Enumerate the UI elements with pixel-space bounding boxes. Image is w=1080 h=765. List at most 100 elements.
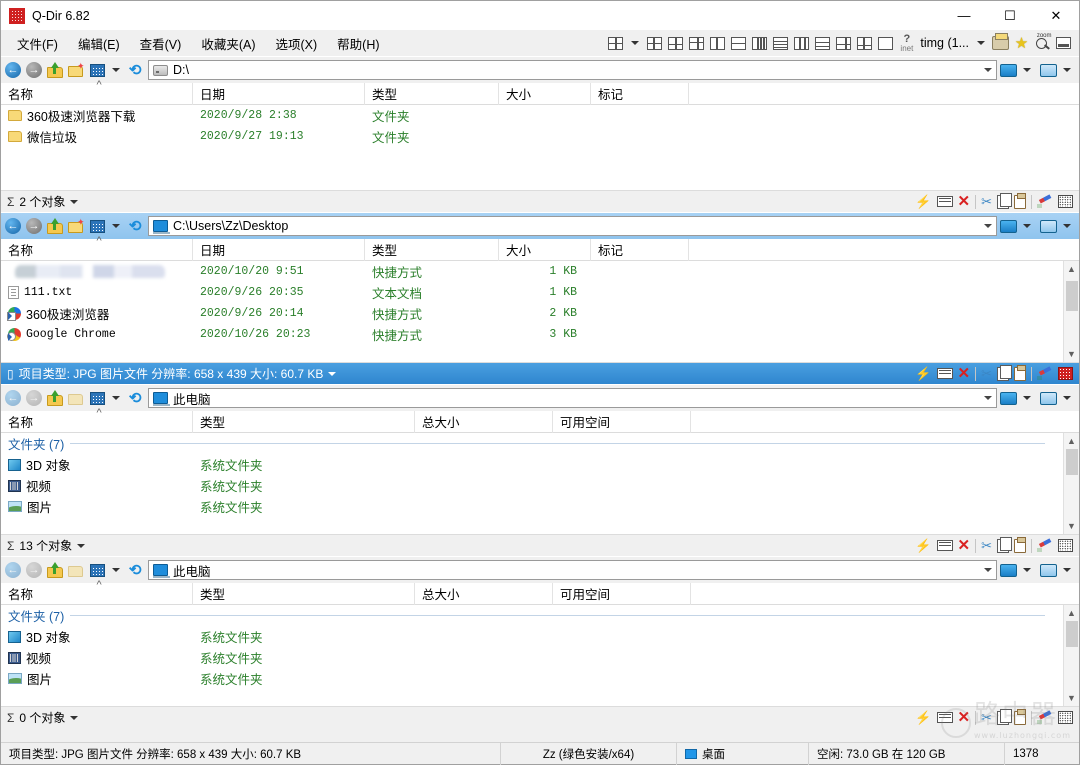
panel-1-display-button-2[interactable] [1038,64,1077,77]
panel-2-address-input[interactable]: C:\Users\Zz\Desktop [148,216,997,236]
lightning-icon[interactable]: ⚡ [915,367,931,380]
up-icon[interactable] [45,60,65,80]
minimize-pane-icon[interactable] [1054,34,1073,53]
view-mode-caret-icon[interactable] [112,396,120,400]
forward-icon[interactable]: → [24,388,44,408]
table-row[interactable]: 图片 系统文件夹 [1,668,1063,689]
table-row[interactable]: Google Chrome 2020/10/26 20:23 快捷方式 3 KB [1,324,1063,345]
panel-4-file-list[interactable]: 文件夹 (7) 3D 对象 系统文件夹 视频 系统文件夹 [1,605,1079,706]
display-caret-icon-2[interactable] [1063,396,1071,400]
lightning-icon[interactable]: ⚡ [915,539,931,552]
display-caret-icon[interactable] [1023,224,1031,228]
table-row[interactable]: 111.txt 2020/9/26 20:35 文本文档 1 KB [1,282,1063,303]
column-total-size[interactable]: 总大小 [415,411,553,433]
paste-icon[interactable] [1014,367,1026,381]
panel-2-display-button-2[interactable] [1038,220,1077,233]
display-caret-icon-2[interactable] [1063,224,1071,228]
view-mode-icon[interactable] [87,560,107,580]
column-name[interactable]: 名称 [1,411,193,433]
layout-dropdown-caret-icon[interactable] [631,41,639,45]
status-caret-icon[interactable] [328,372,336,376]
rename-pen-icon[interactable] [1037,367,1053,381]
table-row[interactable]: 360极速浏览器下载 2020/9/28 2:38 文件夹 [1,105,1079,126]
paste-icon[interactable] [1014,711,1026,725]
lightning-icon[interactable]: ⚡ [915,195,931,208]
mail-icon[interactable] [937,712,953,723]
delete-icon[interactable]: ✕ [958,710,971,725]
view-mode-caret-icon[interactable] [112,568,120,572]
layout-icon-8[interactable] [792,34,811,53]
layout-icon-1[interactable] [645,34,664,53]
minimize-button[interactable]: — [941,1,987,30]
column-type[interactable]: 类型 [193,411,415,433]
favorite-star-icon[interactable]: ★ [1012,34,1031,53]
up-icon[interactable] [45,388,65,408]
scroll-thumb[interactable] [1066,281,1078,311]
panel-4-address-input[interactable]: 此电脑 [148,560,997,580]
table-row[interactable]: 视频 系统文件夹 [1,475,1063,496]
mail-icon[interactable] [937,540,953,551]
panel-2-scrollbar[interactable]: ▲ ▼ [1063,261,1079,362]
menu-options[interactable]: 选项(X) [265,31,327,56]
column-type[interactable]: 类型 [365,239,499,261]
layout-icon-10[interactable] [834,34,853,53]
back-icon[interactable]: ← [3,60,23,80]
layout-icon-6[interactable] [750,34,769,53]
refresh-icon[interactable]: ⟳ [125,216,145,236]
panel-4-display-button[interactable] [998,564,1037,577]
address-dropdown-caret-icon[interactable] [984,224,992,228]
timg-dropdown-label[interactable]: timg (1... [918,36,971,50]
status-caret-icon[interactable] [70,716,78,720]
layout-icon-2[interactable] [666,34,685,53]
display-caret-icon[interactable] [1023,568,1031,572]
menu-edit[interactable]: 编辑(E) [68,31,130,56]
layout-icon-7[interactable] [771,34,790,53]
grid-view-icon[interactable] [1058,195,1073,208]
scroll-up-icon[interactable]: ▲ [1064,433,1080,449]
column-size[interactable]: 大小 [499,83,591,105]
panel-1-file-list[interactable]: 360极速浏览器下载 2020/9/28 2:38 文件夹 微信垃圾 2020/… [1,105,1079,190]
address-dropdown-caret-icon[interactable] [984,68,992,72]
scroll-thumb[interactable] [1066,621,1078,647]
column-name[interactable]: 名称 [1,83,193,105]
paste-icon[interactable] [1014,539,1026,553]
grid-view-icon[interactable] [1058,539,1073,552]
menu-file[interactable]: 文件(F) [7,31,68,56]
timg-dropdown-caret-icon[interactable] [977,41,985,45]
layout-icon-11[interactable] [855,34,874,53]
display-caret-icon[interactable] [1023,68,1031,72]
cut-icon[interactable]: ✂ [981,195,992,208]
scroll-track[interactable] [1064,277,1080,346]
layout-icon-9[interactable] [813,34,832,53]
layout-icon-5[interactable] [729,34,748,53]
up-icon[interactable] [45,560,65,580]
column-total-size[interactable]: 总大小 [415,583,553,605]
cut-icon[interactable]: ✂ [981,711,992,724]
close-button[interactable]: ✕ [1033,1,1079,30]
rename-pen-icon[interactable] [1037,711,1053,725]
column-type[interactable]: 类型 [365,83,499,105]
layout-icon-3[interactable] [687,34,706,53]
panel-3-address-input[interactable]: 此电脑 [148,388,997,408]
new-folder-icon[interactable]: ✦ [66,216,86,236]
scroll-track[interactable] [1064,621,1080,690]
copy-icon[interactable] [997,711,1009,725]
copy-icon[interactable] [997,367,1009,381]
display-caret-icon[interactable] [1023,396,1031,400]
column-name[interactable]: 名称 [1,239,193,261]
printer-icon[interactable] [991,34,1010,53]
panel-1-display-button[interactable] [998,64,1037,77]
view-mode-caret-icon[interactable] [112,68,120,72]
view-mode-caret-icon[interactable] [112,224,120,228]
table-row[interactable]: 2020/10/20 9:51 快捷方式 1 KB [1,261,1063,282]
view-mode-icon[interactable] [87,388,107,408]
menu-help[interactable]: 帮助(H) [327,31,389,56]
table-row[interactable]: 图片 系统文件夹 [1,496,1063,517]
grid-view-icon[interactable] [1058,711,1073,724]
display-caret-icon-2[interactable] [1063,68,1071,72]
panel-4-scrollbar[interactable]: ▲ ▼ [1063,605,1079,706]
new-folder-icon[interactable] [66,560,86,580]
view-mode-icon[interactable] [87,60,107,80]
scroll-up-icon[interactable]: ▲ [1064,605,1080,621]
rename-pen-icon[interactable] [1037,195,1053,209]
